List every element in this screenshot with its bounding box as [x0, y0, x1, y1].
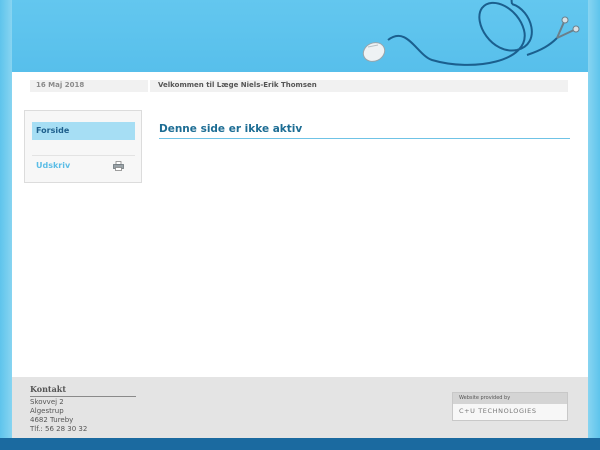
header-banner: [12, 0, 588, 72]
sidebar-item-forside[interactable]: Forside: [32, 122, 135, 140]
welcome-text: Velkommen til Læge Niels-Erik Thomsen: [158, 81, 317, 89]
sidebar-item-label: Forside: [36, 126, 70, 135]
current-date: 16 Maj 2018: [36, 81, 85, 89]
address-phone: Tlf.: 56 28 30 32: [30, 425, 88, 433]
page-title: Denne side er ikke aktiv: [159, 123, 303, 135]
stethoscope-mouse-graphic: [362, 0, 580, 66]
provider-logo: C+U TECHNOLOGIES: [459, 407, 537, 415]
provider-badge-link[interactable]: Website provided by C+U TECHNOLOGIES: [452, 392, 568, 421]
sidebar-menu: Forside Udskriv: [24, 110, 142, 183]
address-postal: 4682 Tureby: [30, 416, 74, 424]
address-town: Algestrup: [30, 407, 64, 415]
printer-icon: [113, 161, 124, 171]
contact-divider: [30, 396, 136, 397]
provider-label: Website provided by: [453, 393, 567, 404]
sidebar-divider: [32, 155, 135, 156]
sidebar-item-label: Udskriv: [36, 161, 71, 170]
topbar-divider: [148, 80, 150, 92]
print-link[interactable]: Udskriv: [32, 158, 135, 174]
address-street: Skovvej 2: [30, 398, 64, 406]
top-info-bar: 16 Maj 2018 Velkommen til Læge Niels-Eri…: [30, 80, 568, 92]
bottom-strip: [0, 438, 600, 450]
contact-heading: Kontakt: [30, 384, 67, 394]
title-underline: [159, 138, 570, 139]
